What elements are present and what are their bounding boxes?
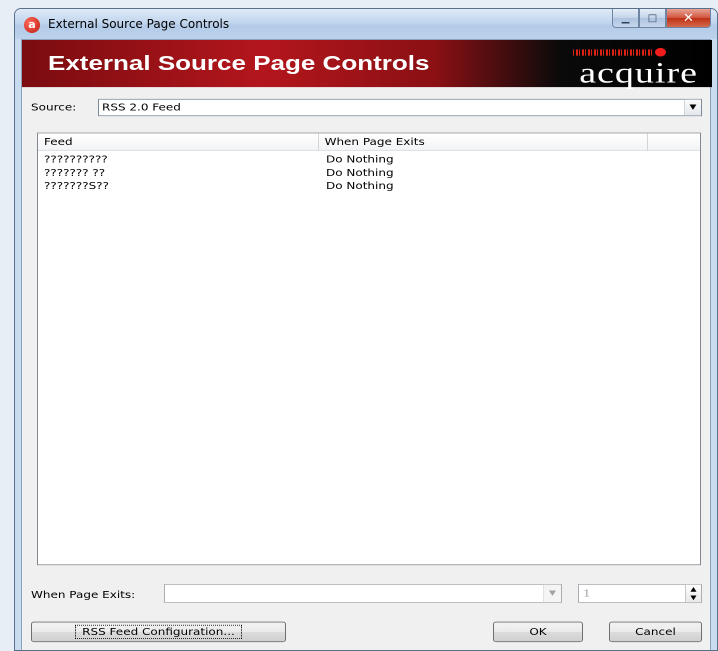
- window-title: External Source Page Controls: [48, 17, 230, 31]
- source-dropdown[interactable]: RSS 2.0 Feed ▼: [98, 98, 702, 117]
- feeds-list-header: Feed When Page Exits: [38, 133, 700, 151]
- when-page-exits-dropdown[interactable]: ▼: [164, 584, 562, 603]
- acquire-brand-logo: acquire: [553, 47, 698, 89]
- banner-title: External Source Page Controls: [48, 50, 430, 75]
- dropdown-arrow-button[interactable]: ▼: [543, 584, 561, 603]
- feed-exit-action: Do Nothing: [326, 167, 394, 179]
- feed-name: ??????? ??: [44, 167, 106, 179]
- cancel-button[interactable]: Cancel: [609, 621, 702, 643]
- column-header-empty[interactable]: [648, 133, 700, 150]
- list-item[interactable]: ?????????? Do Nothing: [38, 152, 700, 165]
- brand-name: acquire: [579, 56, 698, 90]
- exit-number-stepper[interactable]: 1 ▲ ▼: [578, 584, 702, 603]
- rss-feed-configuration-button[interactable]: RSS Feed Configuration...: [31, 621, 286, 643]
- stepper-down-icon[interactable]: ▼: [686, 593, 701, 602]
- column-header-feed[interactable]: Feed: [38, 133, 319, 151]
- source-selected-value: RSS 2.0 Feed: [102, 102, 181, 114]
- content-area: External Source Page Controls acquire So…: [22, 40, 712, 650]
- title-bar[interactable]: a External Source Page Controls ▁ □ ✕: [15, 9, 717, 39]
- window-controls: ▁ □ ✕: [612, 9, 711, 29]
- list-item[interactable]: ???????S?? Do Nothing: [38, 179, 700, 192]
- chevron-down-icon: ▼: [689, 103, 697, 112]
- exit-number-value: 1: [583, 587, 591, 599]
- dialog-body: External Source Page Controls acquire So…: [21, 39, 712, 650]
- cancel-label: Cancel: [635, 626, 676, 638]
- column-header-when-page-exits[interactable]: When Page Exits: [319, 133, 649, 151]
- ok-label: OK: [529, 626, 547, 638]
- dialog-window: a External Source Page Controls ▁ □ ✕ Ex…: [14, 8, 718, 651]
- maximize-icon: □: [647, 12, 658, 24]
- feed-exit-action: Do Nothing: [326, 153, 394, 165]
- stepper-up-icon[interactable]: ▲: [686, 585, 701, 594]
- dropdown-arrow-button[interactable]: ▼: [684, 99, 701, 116]
- chevron-down-icon: ▼: [549, 589, 556, 598]
- source-label: Source:: [31, 102, 77, 114]
- minimize-icon: ▁: [621, 12, 630, 24]
- close-icon: ✕: [683, 10, 694, 26]
- app-logo-icon: a: [24, 17, 40, 33]
- header-banner: External Source Page Controls acquire: [22, 40, 712, 89]
- feeds-list[interactable]: Feed When Page Exits ?????????? Do Nothi…: [37, 132, 701, 566]
- stepper-buttons: ▲ ▼: [685, 584, 701, 603]
- close-button[interactable]: ✕: [666, 9, 711, 28]
- maximize-button[interactable]: □: [639, 9, 666, 28]
- feed-name: ??????????: [44, 153, 108, 165]
- when-page-exits-label: When Page Exits:: [31, 589, 136, 601]
- ok-button[interactable]: OK: [493, 621, 583, 643]
- feed-exit-action: Do Nothing: [326, 180, 394, 192]
- feed-name: ???????S??: [44, 180, 109, 192]
- rss-feed-configuration-label: RSS Feed Configuration...: [75, 624, 242, 639]
- minimize-button[interactable]: ▁: [612, 9, 639, 28]
- list-item[interactable]: ??????? ?? Do Nothing: [38, 166, 700, 179]
